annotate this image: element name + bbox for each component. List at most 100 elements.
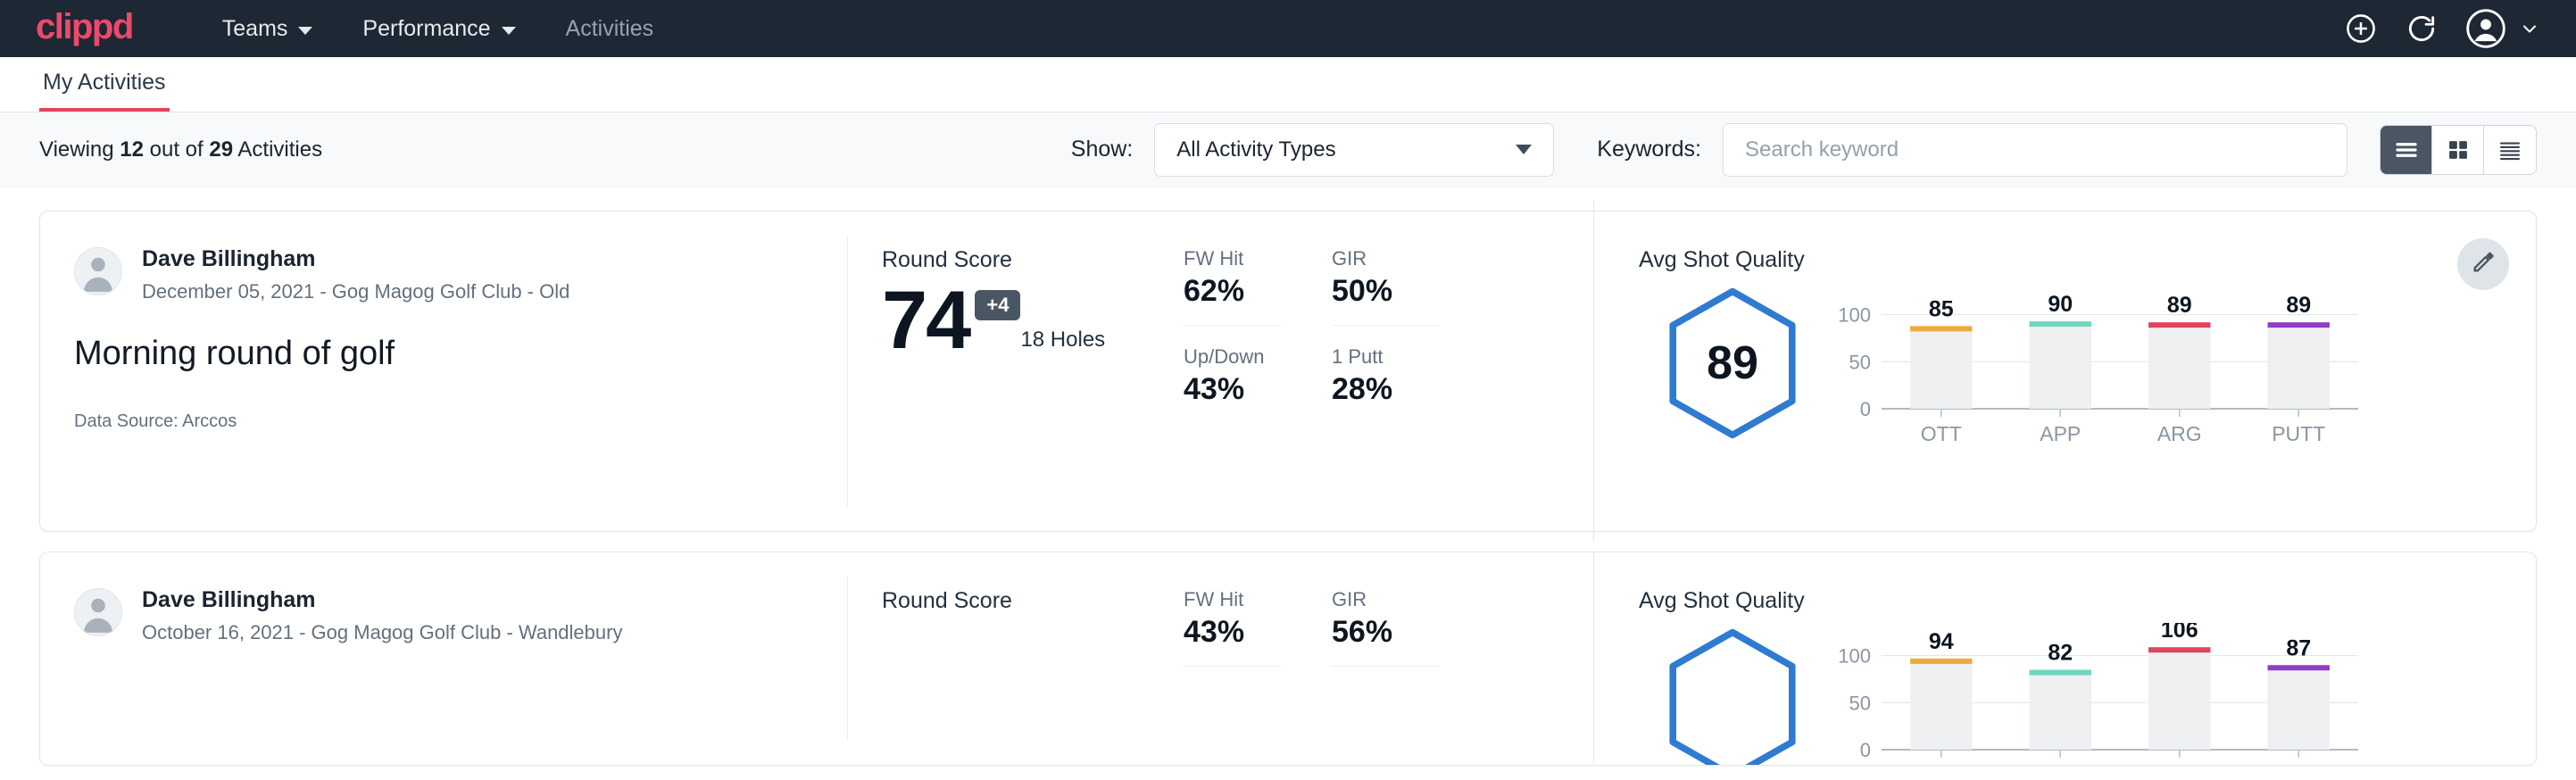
- stat-label: FW Hit: [1184, 247, 1282, 270]
- refresh-icon[interactable]: [2405, 12, 2439, 46]
- avg-shot-quality-column: Avg Shot Quality 05010094OTT82APP106ARG8…: [1589, 552, 2536, 765]
- stat-fw-hit: FW Hit 62%: [1184, 247, 1282, 345]
- account-menu[interactable]: [2465, 8, 2540, 49]
- top-nav-actions: [2344, 8, 2540, 49]
- plus-circle-icon[interactable]: [2344, 12, 2378, 46]
- holes-played: 18 Holes: [1020, 328, 1105, 353]
- activity-meta: October 16, 2021 - Gog Magog Golf Club -…: [142, 621, 622, 644]
- activities-list: Dave Billingham December 05, 2021 - Gog …: [0, 187, 2576, 766]
- stat-value: 62%: [1184, 274, 1282, 326]
- round-score-value: 74: [882, 282, 969, 360]
- quality-score-value: 89: [1665, 287, 1800, 439]
- viewing-summary: Viewing 12 out of 29 Activities: [39, 137, 322, 162]
- stat-gir: GIR 56%: [1332, 588, 1439, 686]
- stat-label: FW Hit: [1184, 588, 1282, 611]
- compact-view-button[interactable]: [2484, 126, 2536, 174]
- round-stats-grid: FW Hit 62% GIR 50% Up/Down 43% 1 Putt 28…: [1169, 212, 1589, 531]
- viewing-total: 29: [209, 137, 233, 162]
- brand-logo[interactable]: clippd: [36, 9, 133, 48]
- avg-shot-quality-column: Avg Shot Quality 89 05010085OTT90APP89AR…: [1589, 212, 2536, 531]
- main-nav: Teams Performance Activities: [197, 0, 678, 57]
- activity-author: Dave Billingham October 16, 2021 - Gog M…: [74, 588, 812, 644]
- filter-bar: Viewing 12 out of 29 Activities Show: Al…: [0, 112, 2576, 187]
- svg-text:APP: APP: [2040, 763, 2081, 766]
- svg-text:90: 90: [2048, 292, 2073, 317]
- round-score-column: Round Score 74 +4 18 Holes: [848, 212, 1169, 531]
- filter-controls: Show: All Activity Types Keywords:: [1071, 123, 2537, 177]
- nav-label-activities: Activities: [566, 0, 654, 57]
- author-name: Dave Billingham: [142, 247, 569, 272]
- svg-text:100: 100: [1838, 304, 1871, 327]
- quality-hexagon-wrap: 89: [1639, 282, 1826, 439]
- avg-shot-quality-body: 05010094OTT82APP106ARG87PUTT: [1639, 623, 2536, 766]
- chevron-down-icon: [1516, 145, 1532, 154]
- score-to-par-badge: +4: [975, 290, 1020, 320]
- avg-shot-quality-body: 89 05010085OTT90APP89ARG89PUTT: [1639, 282, 2536, 456]
- stat-value: 28%: [1332, 372, 1439, 423]
- stat-value: 43%: [1184, 615, 1282, 667]
- round-score-label: Round Score: [882, 247, 1169, 273]
- view-mode-toggle-group: [2380, 125, 2537, 175]
- chevron-down-icon: [2519, 18, 2540, 39]
- svg-text:94: 94: [1929, 629, 1954, 654]
- activity-type-select[interactable]: All Activity Types: [1154, 123, 1554, 177]
- svg-text:OTT: OTT: [1921, 763, 1962, 766]
- author-name: Dave Billingham: [142, 588, 622, 613]
- viewing-count: 12: [120, 137, 144, 162]
- chevron-down-icon: [298, 27, 312, 35]
- stat-value: 50%: [1332, 274, 1439, 326]
- svg-text:100: 100: [1838, 645, 1871, 668]
- viewing-prefix: Viewing: [39, 137, 120, 162]
- activity-author: Dave Billingham December 05, 2021 - Gog …: [74, 247, 812, 303]
- activity-card[interactable]: Dave Billingham December 05, 2021 - Gog …: [39, 211, 2537, 532]
- avatar: [74, 247, 122, 295]
- round-score-label: Round Score: [882, 588, 1169, 614]
- activity-data-source: Data Source: Arccos: [74, 411, 812, 432]
- svg-text:PUTT: PUTT: [2272, 763, 2325, 766]
- svg-text:89: 89: [2167, 293, 2192, 318]
- shot-quality-bar-chart: 05010094OTT82APP106ARG87PUTT: [1830, 623, 2365, 766]
- edit-activity-button[interactable]: [2457, 238, 2509, 290]
- chevron-down-icon: [502, 27, 516, 35]
- nav-label-teams: Teams: [222, 0, 288, 57]
- activity-type-value: All Activity Types: [1176, 137, 1335, 162]
- show-label: Show:: [1071, 137, 1133, 162]
- svg-text:50: 50: [1849, 692, 1871, 714]
- viewing-suffix: Activities: [233, 137, 322, 162]
- svg-text:ARG: ARG: [2157, 763, 2202, 766]
- quality-hexagon: [1665, 628, 1800, 766]
- round-score-column: Round Score: [848, 552, 1169, 765]
- stat-label: Up/Down: [1184, 345, 1282, 369]
- tab-my-activities[interactable]: My Activities: [39, 70, 170, 112]
- quality-hexagon: 89: [1665, 287, 1800, 439]
- search-input[interactable]: [1723, 123, 2347, 177]
- account-avatar-icon: [2465, 8, 2506, 49]
- avg-shot-quality-label: Avg Shot Quality: [1639, 247, 2536, 273]
- svg-text:PUTT: PUTT: [2272, 422, 2325, 445]
- round-score-value-row: 74 +4 18 Holes: [882, 282, 1169, 360]
- list-view-button[interactable]: [2381, 126, 2432, 174]
- stat-up-down: Up/Down 43%: [1184, 345, 1282, 423]
- svg-text:0: 0: [1860, 739, 1871, 761]
- svg-text:106: 106: [2161, 623, 2198, 643]
- nav-item-activities[interactable]: Activities: [541, 0, 679, 57]
- pencil-icon: [2471, 250, 2496, 279]
- stat-label: 1 Putt: [1332, 345, 1439, 369]
- nav-item-performance[interactable]: Performance: [337, 0, 540, 57]
- activity-card[interactable]: Dave Billingham October 16, 2021 - Gog M…: [39, 552, 2537, 766]
- quality-hexagon-wrap: [1639, 623, 1826, 766]
- svg-text:89: 89: [2286, 293, 2311, 318]
- svg-text:0: 0: [1860, 398, 1871, 420]
- svg-text:85: 85: [1929, 296, 1954, 321]
- svg-text:50: 50: [1849, 351, 1871, 373]
- activity-info-column: Dave Billingham October 16, 2021 - Gog M…: [40, 552, 848, 765]
- avatar: [74, 588, 122, 636]
- tab-strip: My Activities: [0, 57, 2576, 112]
- keywords-label: Keywords:: [1597, 137, 1701, 162]
- nav-item-teams[interactable]: Teams: [197, 0, 338, 57]
- round-stats-grid: FW Hit 43% GIR 56%: [1169, 552, 1589, 765]
- activity-meta: December 05, 2021 - Gog Magog Golf Club …: [142, 280, 569, 303]
- stat-gir: GIR 50%: [1332, 247, 1439, 345]
- stat-1-putt: 1 Putt 28%: [1332, 345, 1439, 423]
- grid-view-button[interactable]: [2432, 126, 2484, 174]
